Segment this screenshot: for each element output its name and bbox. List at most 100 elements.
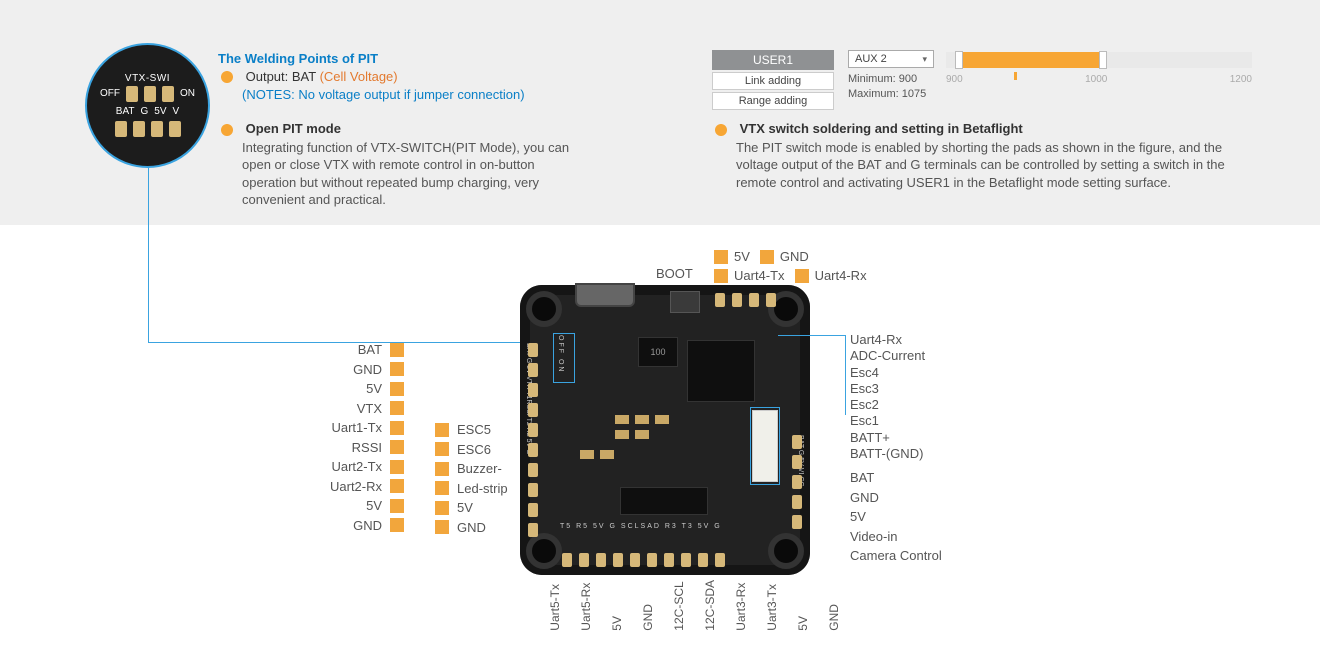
pin-label: GND: [780, 247, 809, 267]
detail-off: OFF: [100, 88, 120, 99]
pin-label-row: GND: [330, 516, 404, 536]
chip-100: 100: [638, 337, 678, 367]
pin-label: Esc4: [850, 365, 942, 381]
pin-label: BATT+: [850, 430, 942, 446]
smd: [600, 450, 614, 459]
pad-icon: [390, 343, 404, 357]
output-label: Output: BAT: [246, 69, 320, 84]
bf-marker: [1014, 72, 1017, 80]
pad-icon: [435, 423, 449, 437]
bottom-pin-labels: Uart5-TxUart5-Rx5VGND12C-SCL12C-SDAUart3…: [548, 580, 841, 631]
pin-label: GND: [827, 580, 841, 631]
pin-label: Uart4-Tx: [734, 266, 785, 286]
pin-label: 5V: [734, 247, 750, 267]
pad-icon: [435, 481, 449, 495]
bf-maximum-label: Maximum: 1075: [848, 87, 934, 102]
left-pin-labels-b: ESC5ESC6Buzzer-Led-strip5VGND: [435, 420, 508, 537]
pin-label: Esc1: [850, 413, 942, 429]
pit-title: Open PIT mode: [246, 121, 341, 136]
detail-vtx-label: VTX-SWI: [125, 73, 170, 84]
detail-pad-label: G: [141, 106, 149, 117]
bf-slider-fill: [958, 52, 1099, 68]
pin-label: Uart5-Tx: [548, 580, 562, 631]
pad-icon: [390, 440, 404, 454]
pad-icon: [714, 269, 728, 283]
bf-slider-handle-right[interactable]: [1099, 51, 1107, 69]
pin-label-row: RSSI: [330, 438, 404, 458]
pin-label: 5V: [610, 580, 624, 631]
top-pin-labels-row2: Uart4-TxUart4-Rx: [714, 266, 867, 286]
pit-detail-zoom: VTX-SWI OFF ON BAT G 5V V: [85, 43, 210, 168]
usb-c-port: [575, 283, 635, 307]
pad-icon: [390, 362, 404, 376]
right-pin-labels: Uart4-RxADC-CurrentEsc4Esc3Esc2Esc1BATT+…: [850, 332, 942, 566]
pin-label-row: Uart2-Tx: [330, 457, 404, 477]
detail-pad: [115, 121, 127, 137]
vtx-title: VTX switch soldering and setting in Beta…: [740, 121, 1023, 136]
pin-label-row: Uart2-Rx: [330, 477, 404, 497]
pin-label-row: Uart1-Tx: [330, 418, 404, 438]
smd: [635, 415, 649, 424]
mcu-chip: [687, 340, 755, 402]
output-orange: (Cell Voltage): [320, 69, 398, 84]
pin-label: Video-in: [850, 527, 942, 547]
mount-hole: [526, 291, 562, 327]
detail-on: ON: [180, 88, 195, 99]
top-pad-row: [715, 293, 776, 307]
welding-points-blurb: The Welding Points of PIT Output: BAT (C…: [218, 50, 578, 104]
bf-user1-tab[interactable]: USER1: [712, 50, 834, 70]
pad-icon: [390, 518, 404, 532]
boot-button: [670, 291, 700, 313]
bf-range-slider[interactable]: [946, 52, 1252, 68]
pin-label-row: GND: [330, 360, 404, 380]
pin-label-row: ESC5: [435, 420, 508, 440]
leader-line-right: [778, 335, 846, 415]
pin-label-row: GND: [435, 518, 508, 538]
connector-highlight: [750, 407, 780, 485]
pin-label: 5V: [366, 496, 382, 516]
pit-highlight: [553, 333, 575, 383]
pin-label: Esc2: [850, 397, 942, 413]
bf-range-adding-button[interactable]: Range adding: [712, 92, 834, 110]
pin-label-row: VTX: [330, 399, 404, 419]
pad-icon: [390, 499, 404, 513]
pin-label-row: 5V: [330, 496, 404, 516]
pin-label: 5V: [457, 498, 473, 518]
vtx-switch-blurb: VTX switch soldering and setting in Beta…: [712, 120, 1252, 191]
silkscreen-bottom: T5 R5 5V G SCLSAD R3 T3 5V G: [560, 523, 722, 530]
pcb: 100 OFF ON BAT G 5V VTX T1RSSI T2 R2 5V …: [520, 285, 810, 575]
pin-label-row: BAT: [330, 340, 404, 360]
smd: [580, 450, 594, 459]
pin-label: Uart5-Rx: [579, 580, 593, 631]
bf-slider-handle-left[interactable]: [955, 51, 963, 69]
bf-aux-select[interactable]: AUX 2: [848, 50, 934, 68]
pin-label: GND: [850, 488, 942, 508]
betaflight-panel: USER1 Link adding Range adding AUX 2 Min…: [712, 50, 1252, 108]
pin-label-row: Buzzer-: [435, 459, 508, 479]
pin-label-row: ESC6: [435, 440, 508, 460]
pin-label: VTX: [357, 399, 382, 419]
pin-label: Uart1-Tx: [331, 418, 382, 438]
pin-label: Camera Control: [850, 546, 942, 566]
pin-label: GND: [641, 580, 655, 631]
pin-label: Uart2-Tx: [331, 457, 382, 477]
left-pad-column: [528, 343, 538, 537]
pin-label: 5V: [850, 507, 942, 527]
bf-tick: 900: [946, 74, 963, 85]
bf-minimum-label: Minimum: 900: [848, 72, 934, 87]
pad-icon: [435, 462, 449, 476]
pad-icon: [795, 269, 809, 283]
pin-label: ESC6: [457, 440, 491, 460]
pad-icon: [435, 442, 449, 456]
welding-title: The Welding Points of PIT: [218, 50, 578, 68]
pit-mode-blurb: Open PIT mode Integrating function of VT…: [218, 120, 578, 209]
boot-label: BOOT: [656, 266, 693, 281]
top-pin-labels-row1: 5V GND: [714, 247, 809, 267]
pin-label: BATT-(GND): [850, 446, 942, 462]
pin-label: GND: [353, 360, 382, 380]
detail-pad: [151, 121, 163, 137]
mount-hole: [526, 533, 562, 569]
bf-link-adding-button[interactable]: Link adding: [712, 72, 834, 90]
pin-label-row: 5V: [435, 498, 508, 518]
output-note: (NOTES: No voltage output if jumper conn…: [242, 86, 525, 104]
